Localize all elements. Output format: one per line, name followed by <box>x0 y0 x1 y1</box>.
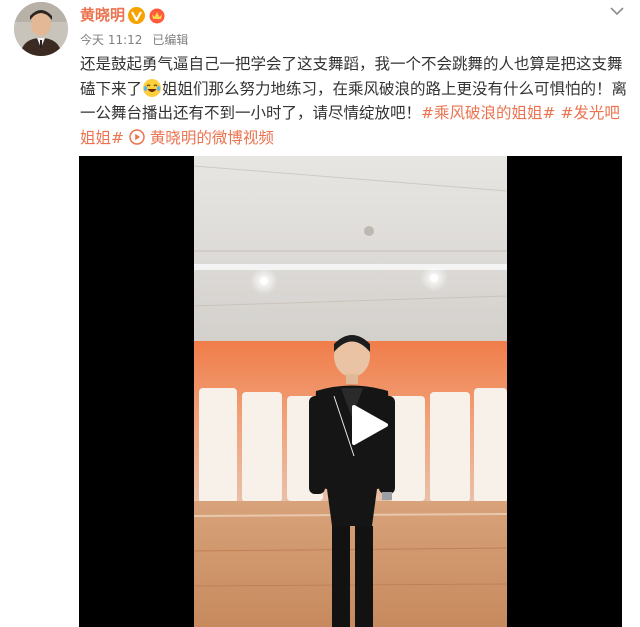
vip-crown-icon[interactable] <box>148 6 166 24</box>
avatar-image <box>14 2 68 56</box>
username[interactable]: 黄晓明 <box>80 6 125 24</box>
post-time[interactable]: 今天 11:12 <box>80 33 142 47</box>
video-link[interactable]: 黄晓明的微博视频 <box>129 129 274 147</box>
video-link-label: 黄晓明的微博视频 <box>149 128 274 147</box>
hashtag-link-1[interactable]: #乘风破浪的姐姐# <box>421 104 555 122</box>
video-player[interactable] <box>79 156 622 627</box>
chevron-down-icon <box>610 6 624 15</box>
play-button[interactable] <box>346 403 390 447</box>
edited-label[interactable]: 已编辑 <box>152 33 188 47</box>
user-header: 黄晓明 <box>80 6 166 24</box>
video-frame <box>194 156 507 627</box>
post-meta: 今天 11:12 已编辑 <box>80 33 188 47</box>
more-options-button[interactable] <box>608 4 626 18</box>
video-thumbnail <box>194 156 507 627</box>
laughing-tears-emoji-icon <box>143 78 162 97</box>
verified-v-icon <box>128 6 146 24</box>
video-play-icon <box>129 128 145 145</box>
play-icon <box>352 405 388 445</box>
avatar[interactable] <box>14 2 68 56</box>
post-text: 还是鼓起勇气逼自己一把学会了这支舞蹈，我一个不会跳舞的人也算是把这支舞磕下来了姐… <box>80 52 628 150</box>
